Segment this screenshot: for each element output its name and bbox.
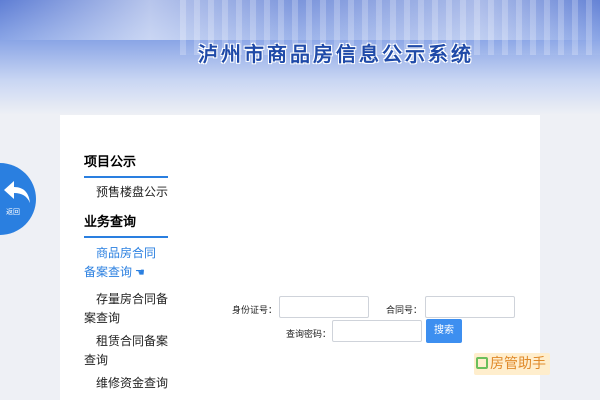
sidebar-item-label: 查询 xyxy=(84,353,109,367)
watermark-text: 房管助手 xyxy=(490,356,546,372)
sidebar-item-presale[interactable]: 预售楼盘公示 xyxy=(96,183,168,202)
back-button[interactable]: 返回 xyxy=(0,163,36,235)
page-title: 泸州市商品房信息公示系统 xyxy=(198,42,474,66)
sidebar-item-label: 备案查询 xyxy=(84,265,133,279)
app-logo-icon xyxy=(476,357,488,369)
pointing-hand-icon: ☚ xyxy=(135,266,145,279)
back-button-label: 返回 xyxy=(6,208,20,216)
query-password-input[interactable] xyxy=(332,320,422,342)
sidebar-item-label: 存量房合同备 xyxy=(96,292,169,306)
search-button[interactable]: 搜索 xyxy=(426,319,462,343)
contract-number-input[interactable] xyxy=(425,296,515,318)
sidebar-item-lease-contract[interactable]: 租赁合同备案 查询 xyxy=(84,332,174,370)
sidebar-item-existing-contract[interactable]: 存量房合同备 案查询 xyxy=(84,290,174,328)
watermark: 房管助手 xyxy=(474,353,550,375)
section-title-business: 业务查询 xyxy=(84,211,168,238)
contract-number-label: 合同号： xyxy=(386,306,423,316)
sidebar-item-label: 商品房合同 xyxy=(96,246,157,260)
id-number-input[interactable] xyxy=(279,296,369,318)
sidebar-item-label: 租赁合同备案 xyxy=(96,334,169,348)
id-number-label: 身份证号： xyxy=(232,306,278,316)
section-title-project: 项目公示 xyxy=(84,151,168,178)
header-banner: 泸州市商品房信息公示系统 xyxy=(0,0,600,115)
back-arrow-icon xyxy=(4,181,30,203)
sidebar-item-label: 案查询 xyxy=(84,311,121,325)
sidebar-item-commercial-contract[interactable]: 商品房合同 备案查询 ☚ xyxy=(84,244,174,282)
query-password-label: 查询密码： xyxy=(286,330,332,340)
sidebar-item-maintenance-fund[interactable]: 维修资金查询 xyxy=(96,374,168,393)
